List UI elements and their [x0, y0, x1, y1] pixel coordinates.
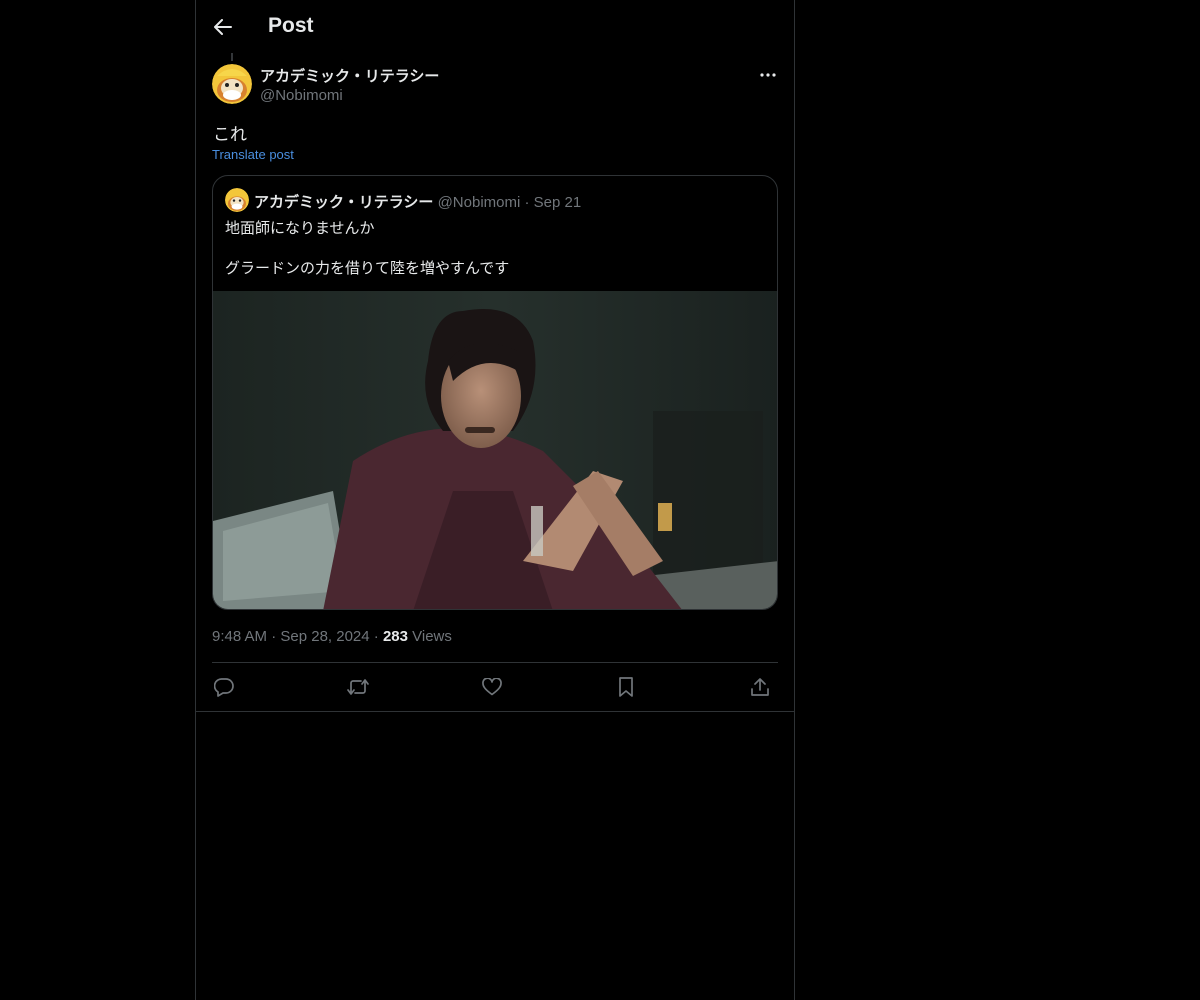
- reply-button[interactable]: [212, 675, 236, 699]
- like-button[interactable]: [480, 675, 504, 699]
- ellipsis-icon: [760, 73, 776, 77]
- views-count: 283: [382, 628, 408, 645]
- quoted-separator: ·: [524, 194, 530, 211]
- share-icon: [750, 677, 770, 697]
- quoted-media-image[interactable]: [213, 291, 777, 609]
- repost-button[interactable]: [346, 675, 370, 699]
- share-button[interactable]: [748, 675, 772, 699]
- page-title: Post: [268, 14, 314, 37]
- top-bar: Post: [196, 0, 794, 53]
- action-bar: [212, 663, 778, 711]
- reply-icon: [214, 677, 234, 697]
- like-icon: [482, 678, 502, 696]
- quoted-text-line2: グラードンの力を借りて陸を増やすんです: [225, 260, 510, 277]
- arrow-left-icon: [214, 19, 232, 35]
- quoted-post[interactable]: アカデミック・リテラシー @Nobimomi · Sep 21 地面師になりませ…: [212, 175, 778, 610]
- post-text: これ: [213, 125, 247, 144]
- bookmark-icon: [618, 677, 634, 697]
- author-name[interactable]: アカデミック・リテラシー: [260, 65, 439, 86]
- author-handle[interactable]: @Nobimomi: [260, 87, 343, 104]
- repost-icon: [347, 677, 369, 697]
- quoted-author-name: アカデミック・リテラシー: [254, 194, 434, 211]
- translate-post-link[interactable]: Translate post: [212, 147, 294, 162]
- quoted-avatar: [225, 188, 249, 212]
- quoted-text-line1: 地面師になりませんか: [225, 220, 375, 237]
- quoted-author-handle: @Nobimomi: [437, 194, 521, 211]
- quoted-header: アカデミック・リテラシー @Nobimomi · Sep 21: [254, 191, 581, 212]
- back-button[interactable]: [210, 12, 236, 42]
- quoted-date: Sep 21: [533, 194, 582, 211]
- views-label: Views: [407, 628, 452, 645]
- post-timestamp[interactable]: 9:48 AM · Sep 28, 2024 ·: [212, 628, 383, 645]
- post-column: Post アカデミック・リテラシー @Nobimomi これ Translate…: [195, 0, 795, 1000]
- avatar[interactable]: [212, 64, 252, 104]
- bookmark-button[interactable]: [614, 675, 638, 699]
- post-bottom-border: [196, 711, 794, 712]
- more-button[interactable]: [756, 64, 780, 86]
- thread-connector: [231, 53, 233, 61]
- post-meta: 9:48 AM · Sep 28, 2024 · 283 Views: [212, 628, 452, 645]
